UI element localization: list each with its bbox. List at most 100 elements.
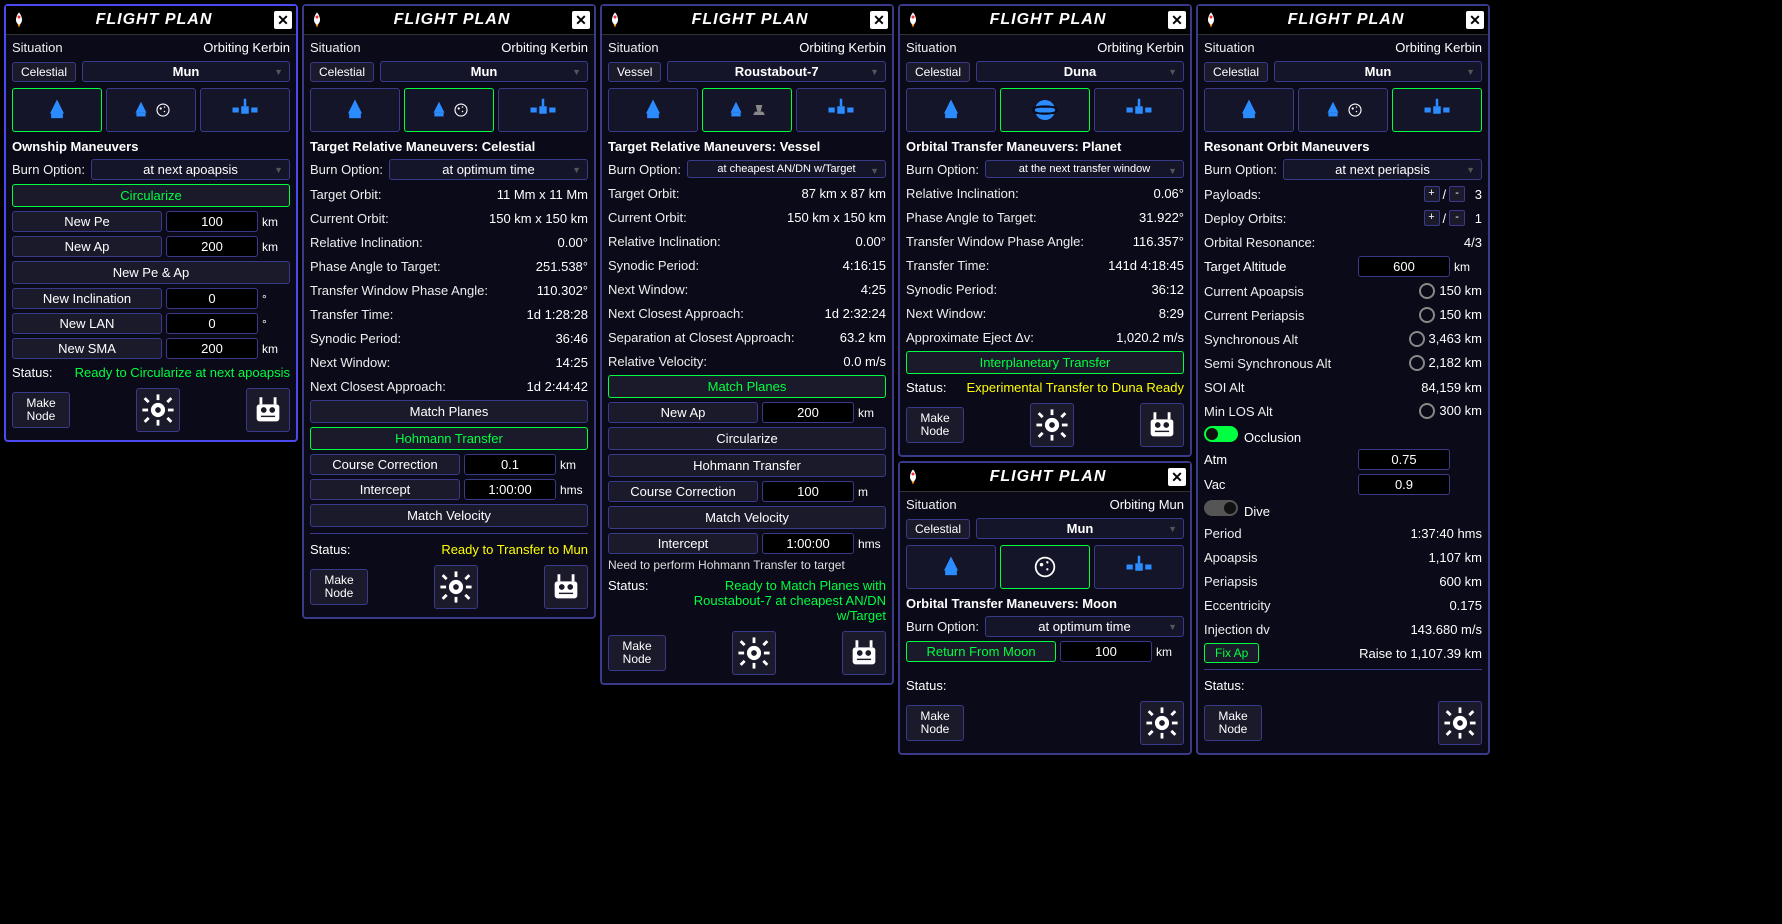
payloads-dec[interactable]: - bbox=[1449, 186, 1465, 202]
occlusion-toggle[interactable] bbox=[1204, 426, 1238, 442]
dive-toggle[interactable] bbox=[1204, 500, 1238, 516]
deploy-dec[interactable]: - bbox=[1449, 210, 1465, 226]
target-type-button[interactable]: Vessel bbox=[608, 62, 661, 82]
target-select[interactable]: Roustabout-7 bbox=[667, 61, 886, 82]
tab-transfer[interactable] bbox=[498, 88, 588, 132]
cc-input[interactable]: 0.1 bbox=[464, 454, 556, 475]
pe-input[interactable]: 100 bbox=[166, 211, 258, 232]
tab-target-relative[interactable] bbox=[106, 88, 196, 132]
titlebar[interactable]: FLIGHT PLAN ✕ bbox=[1198, 6, 1488, 35]
burn-option-select[interactable]: at optimum time bbox=[985, 616, 1184, 637]
ap-input[interactable]: 200 bbox=[762, 402, 854, 423]
tab-transfer[interactable] bbox=[200, 88, 290, 132]
target-type-button[interactable]: Celestial bbox=[12, 62, 76, 82]
match-planes-button[interactable]: Match Planes bbox=[608, 375, 886, 398]
intercept-input[interactable]: 1:00:00 bbox=[464, 479, 556, 500]
burn-option-select[interactable]: at cheapest AN/DN w/Target bbox=[687, 160, 886, 178]
burn-option-select[interactable]: at the next transfer window bbox=[985, 160, 1184, 178]
autopilot-button[interactable] bbox=[246, 388, 290, 432]
intercept-button[interactable]: Intercept bbox=[310, 479, 460, 500]
cc-input[interactable]: 100 bbox=[762, 481, 854, 502]
cur-ap-radio[interactable] bbox=[1419, 283, 1435, 299]
tab-ownship[interactable] bbox=[906, 88, 996, 132]
cur-pe-radio[interactable] bbox=[1419, 307, 1435, 323]
los-radio[interactable] bbox=[1419, 403, 1435, 419]
intercept-button[interactable]: Intercept bbox=[608, 533, 758, 554]
target-select[interactable]: Mun bbox=[82, 61, 290, 82]
tab-transfer[interactable] bbox=[1094, 88, 1184, 132]
make-node-button[interactable]: MakeNode bbox=[608, 635, 666, 671]
burn-option-select[interactable]: at next apoapsis bbox=[91, 159, 290, 180]
ap-input[interactable]: 200 bbox=[166, 236, 258, 257]
close-button[interactable]: ✕ bbox=[1168, 11, 1186, 29]
match-planes-button[interactable]: Match Planes bbox=[310, 400, 588, 423]
target-select[interactable]: Mun bbox=[1274, 61, 1482, 82]
tab-target-relative[interactable] bbox=[1298, 88, 1388, 132]
lan-input[interactable]: 0 bbox=[166, 313, 258, 334]
target-type-button[interactable]: Celestial bbox=[310, 62, 374, 82]
tab-ownship[interactable] bbox=[12, 88, 102, 132]
titlebar[interactable]: FLIGHT PLAN ✕ bbox=[304, 6, 594, 35]
target-select[interactable]: Mun bbox=[380, 61, 588, 82]
sync-radio[interactable] bbox=[1409, 331, 1425, 347]
target-select[interactable]: Mun bbox=[976, 518, 1184, 539]
make-node-button[interactable]: MakeNode bbox=[12, 392, 70, 428]
intercept-input[interactable]: 1:00:00 bbox=[762, 533, 854, 554]
return-from-moon-button[interactable]: Return From Moon bbox=[906, 641, 1056, 662]
close-button[interactable]: ✕ bbox=[1168, 468, 1186, 486]
titlebar[interactable]: FLIGHT PLAN ✕ bbox=[900, 463, 1190, 492]
titlebar[interactable]: FLIGHT PLAN ✕ bbox=[900, 6, 1190, 35]
tab-target-relative[interactable] bbox=[702, 88, 792, 132]
course-correction-button[interactable]: Course Correction bbox=[608, 481, 758, 502]
new-ap-button[interactable]: New Ap bbox=[608, 402, 758, 423]
target-type-button[interactable]: Celestial bbox=[1204, 62, 1268, 82]
close-button[interactable]: ✕ bbox=[572, 11, 590, 29]
semi-sync-radio[interactable] bbox=[1409, 355, 1425, 371]
make-node-button[interactable]: MakeNode bbox=[906, 705, 964, 741]
tab-transfer[interactable] bbox=[1094, 545, 1184, 589]
match-velocity-button[interactable]: Match Velocity bbox=[608, 506, 886, 529]
circularize-button[interactable]: Circularize bbox=[12, 184, 290, 207]
new-ap-button[interactable]: New Ap bbox=[12, 236, 162, 257]
maneuver-controller-button[interactable] bbox=[1140, 701, 1184, 745]
maneuver-controller-button[interactable] bbox=[136, 388, 180, 432]
payloads-inc[interactable]: + bbox=[1424, 186, 1440, 202]
autopilot-button[interactable] bbox=[544, 565, 588, 609]
tab-ownship[interactable] bbox=[1204, 88, 1294, 132]
new-sma-button[interactable]: New SMA bbox=[12, 338, 162, 359]
target-select[interactable]: Duna bbox=[976, 61, 1184, 82]
autopilot-button[interactable] bbox=[842, 631, 886, 675]
target-type-button[interactable]: Celestial bbox=[906, 519, 970, 539]
circularize-button[interactable]: Circularize bbox=[608, 427, 886, 450]
tab-transfer[interactable] bbox=[796, 88, 886, 132]
close-button[interactable]: ✕ bbox=[274, 11, 292, 29]
tab-ownship[interactable] bbox=[310, 88, 400, 132]
tab-target-relative[interactable] bbox=[404, 88, 494, 132]
tab-target-relative[interactable] bbox=[1000, 88, 1090, 132]
interplanetary-button[interactable]: Interplanetary Transfer bbox=[906, 351, 1184, 374]
tab-target-relative[interactable] bbox=[1000, 545, 1090, 589]
titlebar[interactable]: FLIGHT PLAN ✕ bbox=[6, 6, 296, 35]
close-button[interactable]: ✕ bbox=[870, 11, 888, 29]
target-alt-input[interactable]: 600 bbox=[1358, 256, 1450, 277]
inc-input[interactable]: 0 bbox=[166, 288, 258, 309]
new-pe-button[interactable]: New Pe bbox=[12, 211, 162, 232]
course-correction-button[interactable]: Course Correction bbox=[310, 454, 460, 475]
fix-ap-button[interactable]: Fix Ap bbox=[1204, 643, 1259, 663]
tab-ownship[interactable] bbox=[608, 88, 698, 132]
new-lan-button[interactable]: New LAN bbox=[12, 313, 162, 334]
burn-option-select[interactable]: at optimum time bbox=[389, 159, 588, 180]
make-node-button[interactable]: MakeNode bbox=[906, 407, 964, 443]
return-input[interactable]: 100 bbox=[1060, 641, 1152, 662]
tab-resonant[interactable] bbox=[1392, 88, 1482, 132]
sma-input[interactable]: 200 bbox=[166, 338, 258, 359]
make-node-button[interactable]: MakeNode bbox=[1204, 705, 1262, 741]
maneuver-controller-button[interactable] bbox=[1438, 701, 1482, 745]
new-pe-ap-button[interactable]: New Pe & Ap bbox=[12, 261, 290, 284]
burn-option-select[interactable]: at next periapsis bbox=[1283, 159, 1482, 180]
make-node-button[interactable]: MakeNode bbox=[310, 569, 368, 605]
tab-ownship[interactable] bbox=[906, 545, 996, 589]
new-inclination-button[interactable]: New Inclination bbox=[12, 288, 162, 309]
atm-input[interactable]: 0.75 bbox=[1358, 449, 1450, 470]
maneuver-controller-button[interactable] bbox=[1030, 403, 1074, 447]
